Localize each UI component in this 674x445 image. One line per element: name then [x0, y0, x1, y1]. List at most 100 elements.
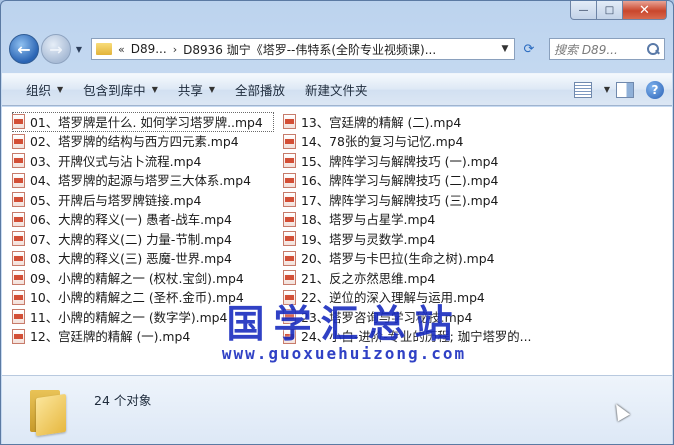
- file-name: 21、反之亦然思维.mp4: [301, 270, 436, 286]
- video-file-icon: [12, 289, 25, 305]
- file-item[interactable]: 24、小白-进阶-专业的历程; 珈宁塔罗的...: [283, 327, 563, 347]
- breadcrumb-overflow[interactable]: «: [118, 43, 125, 56]
- file-name: 02、塔罗牌的结构与西方四元素.mp4: [30, 134, 239, 150]
- preview-pane-icon[interactable]: [616, 81, 634, 98]
- chevron-down-icon: ▼: [151, 85, 158, 94]
- video-file-icon: [283, 270, 296, 286]
- file-item[interactable]: 18、塔罗与占星学.mp4: [283, 210, 563, 230]
- back-button[interactable]: ←: [9, 34, 39, 64]
- file-item[interactable]: 16、牌阵学习与解牌技巧 (二).mp4: [283, 171, 563, 191]
- file-item[interactable]: 02、塔罗牌的结构与西方四元素.mp4: [12, 132, 274, 152]
- recent-pages-dropdown[interactable]: ▼: [73, 45, 85, 54]
- file-name: 14、78张的复习与记忆.mp4: [301, 134, 464, 150]
- video-file-icon: [12, 309, 25, 325]
- video-file-icon: [283, 114, 296, 130]
- chevron-down-icon: ▼: [57, 85, 64, 94]
- navigation-bar: ← → ▼ « D89... › D8936 珈宁《塔罗--伟特系(全阶专业视频…: [9, 32, 665, 66]
- file-item[interactable]: 22、逆位的深入理解与运用.mp4: [283, 288, 563, 308]
- include-in-library-label: 包含到库中: [83, 83, 146, 98]
- search-box[interactable]: 搜索 D89...: [549, 38, 665, 60]
- file-item[interactable]: 11、小牌的精解之一 (数字学).mp4: [12, 307, 274, 327]
- file-item[interactable]: 15、牌阵学习与解牌技巧 (一).mp4: [283, 151, 563, 171]
- file-item[interactable]: 01、塔罗牌是什么. 如何学习塔罗牌..mp4: [12, 112, 274, 132]
- file-item[interactable]: 09、小牌的精解之一 (权杖.宝剑).mp4: [12, 268, 274, 288]
- file-name: 13、宫廷牌的精解 (二).mp4: [301, 114, 462, 130]
- include-in-library-menu[interactable]: 包含到库中 ▼: [73, 78, 168, 102]
- folder-icon: [96, 43, 112, 55]
- file-item[interactable]: 07、大牌的释义(二) 力量-节制.mp4: [12, 229, 274, 249]
- video-file-icon: [283, 289, 296, 305]
- breadcrumb-separator[interactable]: ›: [173, 43, 177, 56]
- play-all-button[interactable]: 全部播放: [225, 78, 295, 102]
- file-item[interactable]: 10、小牌的精解之二 (圣杯.金币).mp4: [12, 288, 274, 308]
- minimize-button[interactable]: —: [570, 1, 597, 20]
- video-file-icon: [283, 192, 296, 208]
- forward-button[interactable]: →: [41, 34, 71, 64]
- arrow-left-icon: ←: [17, 39, 31, 59]
- file-item[interactable]: 06、大牌的释义(一) 愚者-战车.mp4: [12, 210, 274, 230]
- address-dropdown[interactable]: ▼: [496, 44, 514, 54]
- search-input[interactable]: 搜索 D89...: [554, 41, 646, 58]
- details-pane: 24 个对象: [2, 375, 672, 444]
- file-name: 06、大牌的释义(一) 愚者-战车.mp4: [30, 212, 232, 228]
- video-file-icon: [12, 328, 25, 344]
- file-item[interactable]: 21、反之亦然思维.mp4: [283, 268, 563, 288]
- file-item[interactable]: 13、宫廷牌的精解 (二).mp4: [283, 112, 563, 132]
- refresh-icon: ⟳: [523, 41, 535, 57]
- video-file-icon: [12, 133, 25, 149]
- new-folder-button[interactable]: 新建文件夹: [295, 78, 378, 102]
- file-name: 23、塔罗咨询与学习秘技.mp4: [301, 309, 473, 325]
- chevron-down-icon: ▼: [208, 85, 216, 94]
- file-item[interactable]: 14、78张的复习与记忆.mp4: [283, 132, 563, 152]
- video-file-icon: [283, 211, 296, 227]
- file-name: 09、小牌的精解之一 (权杖.宝剑).mp4: [30, 270, 244, 286]
- chevron-down-icon: ▼: [501, 44, 509, 54]
- video-file-icon: [12, 192, 25, 208]
- video-file-icon: [283, 309, 296, 325]
- toolbar-right: ▼ ?: [568, 80, 672, 99]
- maximize-button[interactable]: □: [597, 1, 623, 20]
- video-file-icon: [283, 172, 296, 188]
- video-file-icon: [283, 231, 296, 247]
- chevron-down-icon[interactable]: ▼: [604, 85, 610, 94]
- file-item[interactable]: 03、开牌仪式与沾卜流程.mp4: [12, 151, 274, 171]
- close-button[interactable]: ✕: [623, 1, 667, 20]
- file-item[interactable]: 04、塔罗牌的起源与塔罗三大体系.mp4: [12, 171, 274, 191]
- video-file-icon: [283, 250, 296, 266]
- file-name: 12、宫廷牌的精解 (一).mp4: [30, 329, 191, 345]
- file-name: 18、塔罗与占星学.mp4: [301, 212, 436, 228]
- file-item[interactable]: 23、塔罗咨询与学习秘技.mp4: [283, 307, 563, 327]
- file-list[interactable]: 01、塔罗牌是什么. 如何学习塔罗牌..mp4 02、塔罗牌的结构与西方四元素.…: [2, 107, 672, 375]
- video-file-icon: [12, 172, 25, 188]
- file-name: 16、牌阵学习与解牌技巧 (二).mp4: [301, 173, 499, 189]
- help-icon[interactable]: ?: [646, 80, 664, 99]
- video-file-icon: [283, 133, 296, 149]
- file-name: 20、塔罗与卡巴拉(生命之树).mp4: [301, 251, 495, 267]
- file-item[interactable]: 17、牌阵学习与解牌技巧 (三).mp4: [283, 190, 563, 210]
- file-item[interactable]: 12、宫廷牌的精解 (一).mp4: [12, 327, 274, 347]
- file-name: 24、小白-进阶-专业的历程; 珈宁塔罗的...: [301, 329, 532, 345]
- mouse-cursor-icon: [609, 400, 631, 422]
- video-file-icon: [283, 328, 296, 344]
- video-file-icon: [12, 114, 25, 130]
- share-label: 共享: [177, 83, 203, 98]
- breadcrumb-item[interactable]: D89...: [131, 42, 167, 56]
- file-item[interactable]: 20、塔罗与卡巴拉(生命之树).mp4: [283, 249, 563, 269]
- share-menu[interactable]: 共享 ▼: [168, 78, 225, 102]
- file-name: 03、开牌仪式与沾卜流程.mp4: [30, 153, 202, 169]
- file-item[interactable]: 19、塔罗与灵数学.mp4: [283, 229, 563, 249]
- video-file-icon: [12, 153, 25, 169]
- file-item[interactable]: 05、开牌后与塔罗牌链接.mp4: [12, 190, 274, 210]
- file-name: 19、塔罗与灵数学.mp4: [301, 231, 436, 247]
- chevron-down-icon: ▼: [75, 44, 83, 54]
- file-item[interactable]: 08、大牌的释义(三) 恶魔-世界.mp4: [12, 249, 274, 269]
- view-options-icon[interactable]: [573, 81, 592, 98]
- organize-menu[interactable]: 组织 ▼: [16, 78, 73, 102]
- file-name: 15、牌阵学习与解牌技巧 (一).mp4: [301, 153, 499, 169]
- file-name: 17、牌阵学习与解牌技巧 (三).mp4: [301, 192, 499, 208]
- breadcrumb-item-current[interactable]: D8936 珈宁《塔罗--伟特系(全阶专业视频课)...: [183, 41, 436, 58]
- refresh-button[interactable]: ⟳: [517, 38, 541, 60]
- file-name: 04、塔罗牌的起源与塔罗三大体系.mp4: [30, 173, 251, 189]
- address-bar[interactable]: « D89... › D8936 珈宁《塔罗--伟特系(全阶专业视频课)... …: [91, 38, 515, 60]
- folder-icon: [28, 386, 68, 437]
